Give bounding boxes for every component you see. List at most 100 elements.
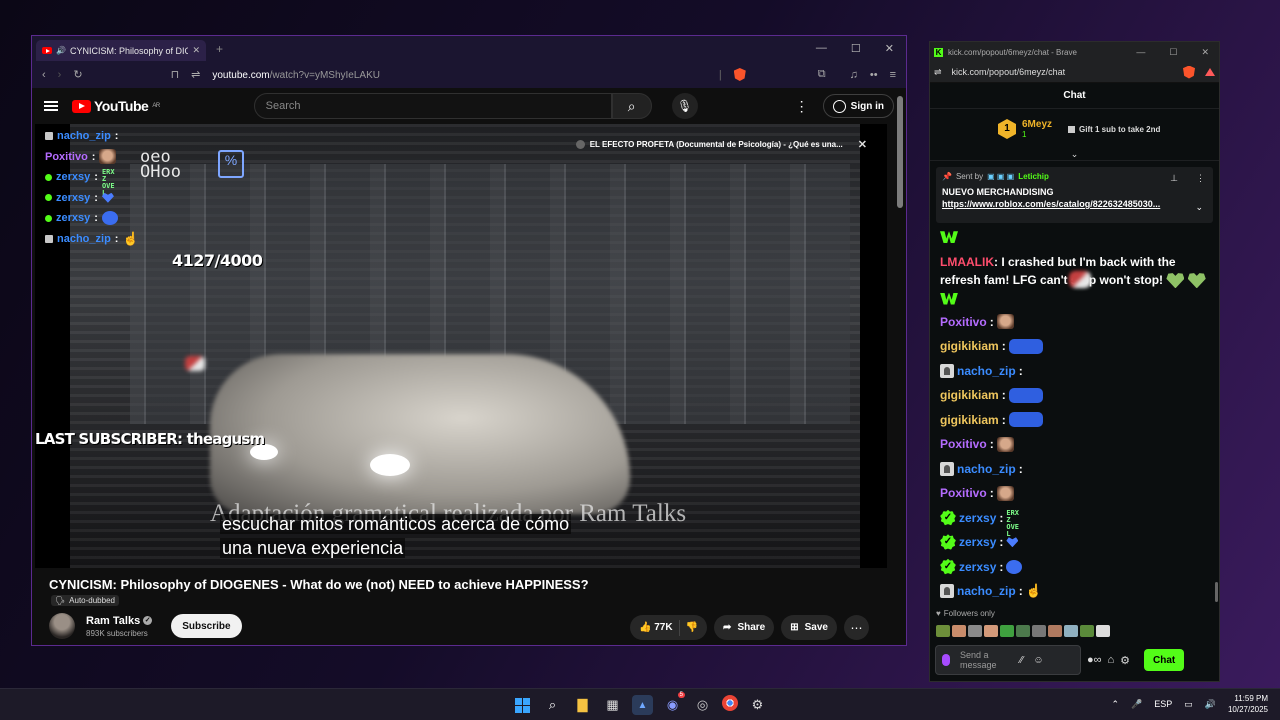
clock[interactable]: 11:59 PM 10/27/2025 — [1228, 693, 1268, 715]
send-message-input[interactable]: Send a message ⁄⁄ ☺ — [935, 645, 1081, 675]
settings-icon[interactable]: ⚙ — [747, 695, 768, 715]
hamburger-menu-icon[interactable] — [44, 101, 58, 111]
app-icon[interactable]: ◎ — [692, 695, 713, 715]
search-icon[interactable]: ⌕ — [542, 695, 563, 715]
gifter-name[interactable]: 6Meyz — [1022, 119, 1052, 130]
bookmark-icon[interactable]: ⊓ — [171, 68, 180, 81]
chat-message: Poxitivo: — [940, 481, 1209, 506]
speaker-icon[interactable]: 🔊 — [56, 46, 66, 55]
more-options-icon[interactable]: ⋮ — [795, 98, 809, 115]
maximize-button[interactable]: ☐ — [1169, 47, 1177, 58]
close-recommendation-icon[interactable]: ✕ — [858, 138, 867, 151]
close-window-button[interactable]: ✕ — [885, 42, 894, 55]
minimize-button[interactable]: — — [816, 42, 827, 55]
emote-icon[interactable] — [1080, 625, 1094, 637]
new-tab-button[interactable]: + — [216, 42, 223, 56]
chat-message: nacho_zip: — [940, 272, 1209, 482]
maximize-button[interactable]: ☐ — [851, 42, 861, 55]
voice-search-icon[interactable]: 🎙 — [671, 93, 698, 119]
search-button[interactable]: ⌕ — [611, 93, 652, 119]
points-icon[interactable]: ●∞ — [1087, 654, 1102, 666]
app-icon[interactable]: ▲ — [632, 695, 653, 715]
collapse-toggle-icon[interactable]: ⌄ — [930, 149, 1219, 161]
sidebar-icon[interactable]: ⧉ — [818, 68, 826, 81]
music-icon[interactable]: ♫ — [850, 69, 858, 81]
tab-youtube-video[interactable]: 🔊 CYNICISM: Philosophy of DIO ✕ — [36, 40, 206, 61]
start-button[interactable] — [512, 695, 533, 715]
store-app-icon[interactable]: ▦ — [602, 695, 623, 715]
like-button[interactable]: 👍 77K — [639, 622, 673, 633]
video-player[interactable]: nacho_zip: Poxitivo: zerxsy:ERX ZOVE L z… — [35, 124, 887, 568]
kick-chat-window: K kick.com/popout/6meyz/chat - Brave — ☐… — [929, 41, 1220, 682]
page-scrollbar[interactable] — [897, 96, 903, 208]
subscribe-button[interactable]: Subscribe — [171, 614, 242, 638]
kick-mic-icon[interactable] — [942, 654, 950, 666]
dislike-button[interactable]: 👎 — [686, 622, 698, 633]
show-hidden-icons[interactable]: ⌃ — [1111, 699, 1119, 710]
minimize-button[interactable]: — — [1136, 47, 1145, 58]
emote-icon — [1008, 338, 1043, 354]
site-info-icon[interactable]: ⇌ — [934, 67, 942, 78]
sign-in-button[interactable]: Sign in — [822, 94, 894, 118]
search-input[interactable]: Search — [253, 93, 612, 119]
emote-icon[interactable] — [1016, 625, 1030, 637]
file-explorer-icon[interactable]: ▇ — [572, 695, 593, 715]
emote-icon: ERX ZOVE L — [101, 168, 115, 197]
w-emote-icon — [940, 292, 958, 305]
settings-gear-icon[interactable]: ⚙ — [1120, 654, 1130, 667]
emote-icon[interactable] — [936, 625, 950, 637]
expand-pinned-icon[interactable]: ⌄ — [1195, 202, 1203, 213]
warning-icon[interactable] — [1205, 68, 1215, 76]
back-icon[interactable]: ‹ — [42, 69, 46, 81]
more-actions-button[interactable]: ⋯ — [843, 615, 869, 640]
close-tab-icon[interactable]: ✕ — [192, 45, 200, 56]
kick-address-bar: ⇌ kick.com/popout/6meyz/chat — [930, 62, 1219, 83]
close-window-button[interactable]: ✕ — [1201, 47, 1209, 58]
network-icon[interactable]: ▭ — [1184, 699, 1193, 710]
pinned-more-icon[interactable]: ⋮ — [1196, 173, 1205, 184]
video-recommendation[interactable]: EL EFECTO PROFETA (Documental de Psicolo… — [575, 138, 867, 151]
store-icon[interactable]: ⌂ — [1108, 654, 1115, 666]
share-button[interactable]: ➦ Share — [714, 615, 775, 640]
command-icon[interactable]: ⁄⁄ — [1020, 655, 1023, 666]
unpin-icon[interactable]: ⊥ — [1170, 173, 1178, 184]
emote-icon[interactable] — [984, 625, 998, 637]
emote-icon[interactable] — [1064, 625, 1078, 637]
language-indicator[interactable]: ESP — [1154, 699, 1172, 709]
channel-icon — [575, 140, 585, 149]
site-info-icon[interactable]: ⇌ — [191, 68, 200, 81]
url-field[interactable]: youtube.com/watch?v=yMShyIeLAKU — [212, 69, 380, 81]
send-chat-button[interactable]: Chat — [1144, 649, 1185, 671]
channel-avatar[interactable] — [49, 613, 75, 639]
chrome-icon[interactable] — [722, 695, 738, 711]
discord-icon[interactable]: ◉ 5 — [662, 692, 685, 715]
youtube-logo[interactable]: YouTube AR — [72, 98, 160, 114]
emote-icon[interactable] — [1096, 625, 1110, 637]
forward-icon[interactable]: › — [58, 69, 62, 81]
emote-icon[interactable] — [952, 625, 966, 637]
gift-sub-button[interactable]: Gift 1 sub to take 2nd — [1068, 125, 1160, 134]
emote-icon[interactable] — [1048, 625, 1062, 637]
brave-shields-icon[interactable] — [1183, 65, 1195, 79]
chat-scrollbar[interactable] — [1215, 582, 1218, 602]
emote-icon[interactable] — [1000, 625, 1014, 637]
brave-shields-icon[interactable] — [733, 68, 746, 81]
reload-icon[interactable]: ↻ — [73, 68, 82, 81]
save-button[interactable]: ⊞ Save — [781, 615, 837, 640]
emoji-icon[interactable]: ☺ — [1033, 655, 1043, 666]
rank-badge-icon: 1 — [998, 119, 1016, 139]
chat-message: gigikikiam: — [940, 408, 1209, 433]
extension-icon[interactable]: •• — [870, 69, 878, 81]
pinned-sender[interactable]: Letichip — [1018, 172, 1049, 181]
verified-badge-icon: ✓ — [940, 558, 956, 575]
volume-icon[interactable]: 🔊 — [1205, 699, 1216, 710]
emote-icon[interactable] — [1032, 625, 1046, 637]
kick-logo-icon: K — [934, 47, 943, 57]
url-field[interactable]: kick.com/popout/6meyz/chat — [952, 67, 1066, 77]
pinned-link[interactable]: https://www.roblox.com/es/catalog/822632… — [942, 199, 1192, 209]
menu-icon[interactable]: ≡ — [890, 69, 896, 81]
channel-name[interactable]: Ram Talks — [86, 615, 140, 627]
emote-icon[interactable] — [968, 625, 982, 637]
microphone-icon[interactable]: 🎤 — [1131, 699, 1142, 710]
chat-message: ✓ zerxsy: — [940, 530, 1209, 555]
